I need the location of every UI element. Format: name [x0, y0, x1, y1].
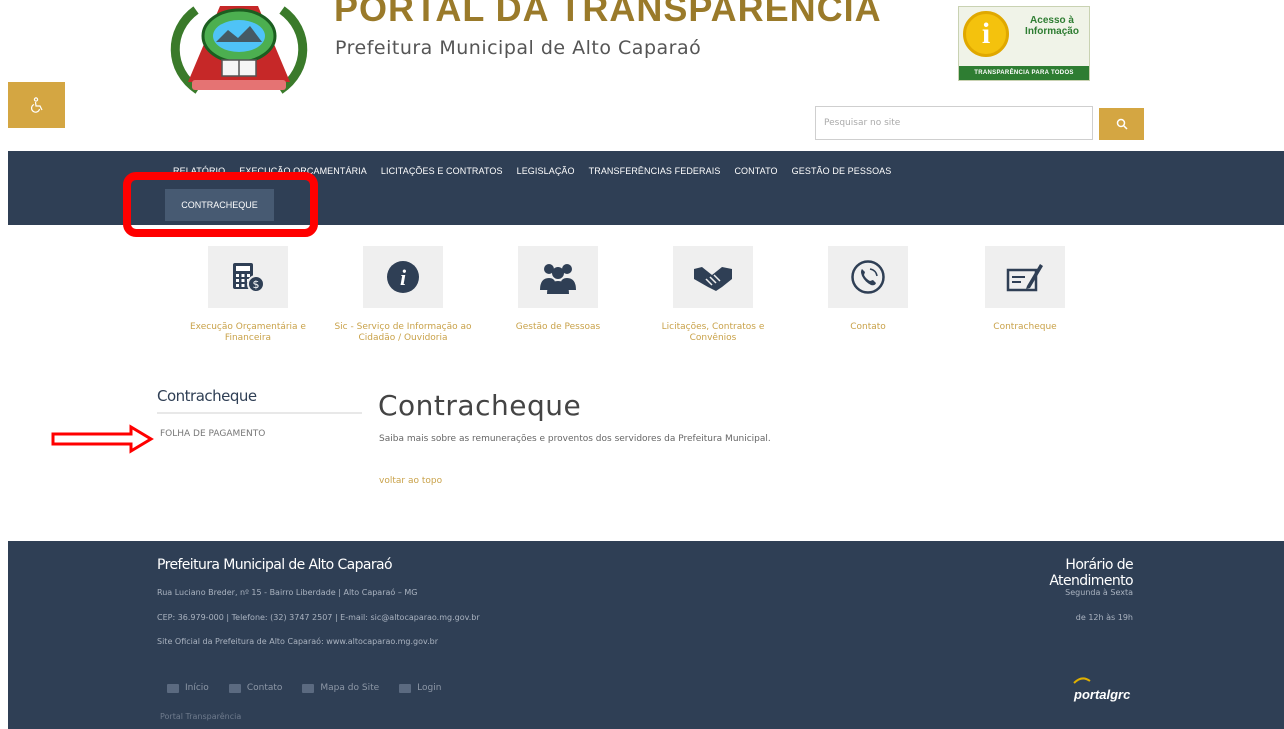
- accessibility-button[interactable]: [8, 82, 65, 128]
- page: PORTAL DA TRANSPARÊNCIA Prefeitura Munic…: [0, 0, 1284, 729]
- search-icon: [1116, 118, 1128, 130]
- page-title: Contracheque: [378, 389, 582, 422]
- sidebar-divider: [157, 412, 362, 414]
- footer-portal-label: Portal Transparência: [160, 712, 242, 721]
- svg-text:i: i: [400, 265, 407, 290]
- phone-icon: [851, 260, 885, 294]
- wheelchair-icon: [30, 97, 43, 113]
- sidebar-item-folha-pagamento[interactable]: FOLHA DE PAGAMENTO: [160, 429, 265, 439]
- portalgrc-logo-text: portalgrc: [1073, 687, 1131, 702]
- quick-link-label: Contato: [850, 322, 886, 332]
- quick-link-tile: [673, 246, 753, 308]
- sitemap-icon: [302, 683, 315, 693]
- footer-link-login[interactable]: Login: [399, 683, 441, 693]
- footer-hours-days: Segunda à Sexta: [1065, 588, 1133, 597]
- footer-site: Site Oficial da Prefeitura de Alto Capar…: [157, 637, 439, 646]
- access-info-badge[interactable]: i Acesso à Informação TRANSPARÊNCIA PARA…: [958, 6, 1090, 81]
- footer-hours-title: Horário de Atendimento: [1049, 557, 1133, 589]
- footer-hours-time: de 12h às 19h: [1075, 613, 1133, 622]
- quick-link-licitacoes[interactable]: Licitações, Contratos e Convênios: [643, 246, 783, 344]
- quick-link-tile: i: [363, 246, 443, 308]
- footer-address: Rua Luciano Breder, nº 15 - Bairro Liber…: [157, 588, 418, 597]
- quick-link-label: Execução Orçamentária e Financeira: [190, 322, 306, 343]
- footer-link-label: Contato: [246, 683, 283, 693]
- sidebar-title: Contracheque: [157, 387, 257, 405]
- footer-link-label: Início: [185, 683, 209, 693]
- red-arrow-annotation: [51, 424, 154, 454]
- highlight-annotation-box: [123, 172, 318, 237]
- quick-link-tile: $: [208, 246, 288, 308]
- paycheck-pen-icon: [1006, 264, 1043, 292]
- quick-link-gestao[interactable]: Gestão de Pessoas: [488, 246, 628, 333]
- quick-link-tile: [518, 246, 598, 308]
- quick-link-label: Contracheque: [993, 322, 1057, 332]
- quick-link-contato[interactable]: Contato: [798, 246, 938, 333]
- nav-item-transferencias-federais[interactable]: TRANSFERÊNCIAS FEDERAIS: [589, 166, 721, 176]
- nav-item-contato[interactable]: CONTATO: [734, 166, 777, 176]
- search-button[interactable]: [1099, 108, 1144, 140]
- quick-link-sic[interactable]: i Sic - Serviço de Informação ao Cidadão…: [333, 246, 473, 344]
- search-input[interactable]: [815, 106, 1093, 140]
- mail-icon: [228, 683, 241, 693]
- home-icon: [167, 683, 179, 693]
- quick-link-label: Sic - Serviço de Informação ao Cidadão /…: [334, 322, 472, 343]
- coat-of-arms-logo: [170, 6, 308, 94]
- nav-item-legislacao[interactable]: LEGISLAÇÃO: [517, 166, 575, 176]
- svg-text:$: $: [253, 278, 260, 291]
- footer-contacts: CEP: 36.979-000 | Telefone: (32) 3747 25…: [157, 613, 480, 622]
- quick-link-label: Licitações, Contratos e Convênios: [661, 322, 765, 343]
- info-icon: i: [963, 11, 1009, 57]
- portal-title: PORTAL DA TRANSPARÊNCIA: [334, 0, 882, 29]
- quick-link-contracheque[interactable]: Contracheque: [955, 246, 1095, 333]
- back-to-top-link[interactable]: voltar ao topo: [379, 476, 442, 486]
- handshake-icon: [694, 267, 732, 291]
- footer-link-mapa[interactable]: Mapa do Site: [302, 683, 379, 693]
- quick-link-label: Gestão de Pessoas: [515, 322, 601, 332]
- nav-item-licitacoes-contratos[interactable]: LICITAÇÕES E CONTRATOS: [381, 166, 503, 176]
- access-info-title: Acesso à Informação: [1025, 15, 1079, 37]
- portalgrc-logo[interactable]: portalgrc: [1068, 675, 1134, 709]
- footer-link-contato[interactable]: Contato: [228, 683, 283, 693]
- footer-links: Início Contato Mapa do Site Login: [167, 683, 461, 693]
- footer-link-inicio[interactable]: Início: [167, 683, 209, 693]
- page-description: Saiba mais sobre as remunerações e prove…: [379, 434, 771, 444]
- quick-link-execucao[interactable]: $ Execução Orçamentária e Financeira: [178, 246, 318, 344]
- footer-link-label: Mapa do Site: [320, 683, 380, 693]
- quick-link-tile: [985, 246, 1065, 308]
- people-group-icon: [540, 264, 576, 294]
- access-info-strip: TRANSPARÊNCIA PARA TODOS: [959, 66, 1089, 80]
- quick-link-tile: [828, 246, 908, 308]
- footer-link-label: Login: [417, 683, 442, 693]
- calculator-money-icon: $: [233, 263, 265, 293]
- login-icon: [399, 683, 412, 693]
- nav-item-gestao-pessoas[interactable]: GESTÃO DE PESSOAS: [792, 166, 892, 176]
- footer-org-name: Prefeitura Municipal de Alto Caparaó: [157, 557, 393, 573]
- info-circle-icon: i: [387, 261, 419, 293]
- portal-subtitle: Prefeitura Municipal de Alto Caparaó: [335, 37, 702, 59]
